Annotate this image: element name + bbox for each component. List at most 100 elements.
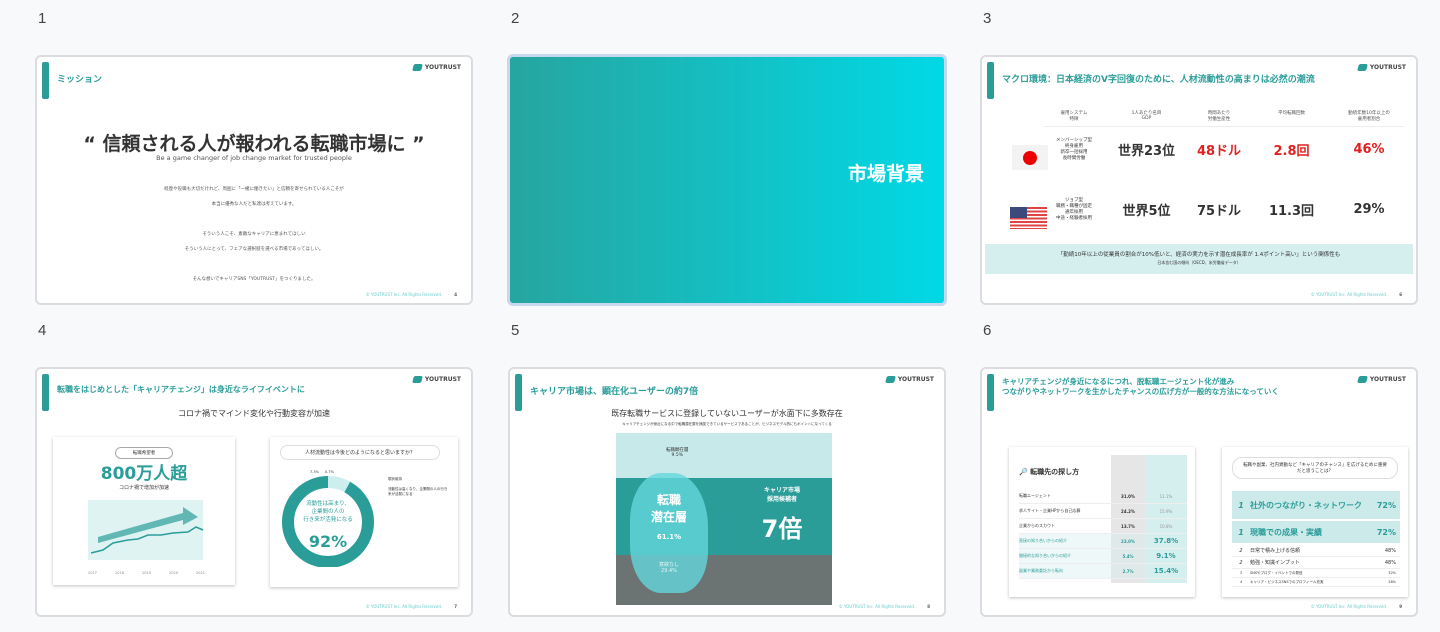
youtrust-logo-icon — [884, 376, 896, 383]
slide-number: 1 — [38, 10, 47, 27]
body-line: 経歴や役職も大切だけれど、周囲に「一緒に働きたい」と信頼を寄せられている人こそが — [164, 187, 344, 192]
right-label: キャリア市場 採用候補者 — [763, 487, 800, 503]
slide-title: 転職をはじめとした「キャリアチェンジ」は身近なライフイベントに — [57, 385, 305, 394]
ranking-label: 勉強・知識インプット — [1250, 560, 1300, 566]
after-value: 15.4% — [1153, 567, 1179, 575]
table-row: 企業からのスカウト 13.7% 10.8% — [1019, 519, 1187, 534]
logo: YOUTRUST — [411, 376, 461, 383]
copyright: © YOUTRUST Inc. All Rights Reserved. — [365, 604, 443, 609]
job-seeker-card: 転職希望者 800万人超 コロナ禍で增加が加速 2017 2018 2019 2020… — [53, 437, 235, 585]
slide-thumbnail-6[interactable]: キャリアチェンジが身近になるにつれ、脱転職エージェント化が進み つながりやネット… — [980, 367, 1418, 617]
column-header: 1人あたり名目 GDP — [1131, 111, 1162, 121]
ranking-row: 1 現職での成果・実績 72% — [1232, 521, 1400, 543]
rank: 2 — [1239, 547, 1243, 554]
slice-label: 7.3% — [310, 470, 319, 474]
rank: 3 — [1239, 571, 1243, 575]
banner: 「勤続10年以上の従業員の割合が10%低いと、経済の実力を示す潜在成長率が 1.… — [985, 244, 1413, 274]
after-value: 11.1% — [1159, 493, 1173, 499]
copyright: © YOUTRUST Inc. All Rights Reserved. — [365, 292, 443, 297]
big-number: 800万人超 — [100, 464, 188, 484]
ranking-row: 4 キャリア・ビジネスSNSでのプロフィール充実 28% — [1232, 578, 1400, 587]
badge: 転職希望者 — [115, 447, 173, 459]
question: 転職や副業、社内異動など「キャリアのチャンス」を広げるために重要だと思うことは？ — [1232, 457, 1398, 479]
ranking-label: 社外のつながり・ネットワーク — [1250, 500, 1362, 510]
tick-label: 2021 — [196, 571, 205, 575]
slice-label: 0.7% — [325, 470, 334, 474]
slide-number: 3 — [983, 10, 992, 27]
column-header: 平均転職回数 — [1278, 111, 1305, 116]
ranking-value: 32% — [1388, 571, 1396, 575]
page-number: 8 — [927, 604, 930, 609]
column-header: 時間あたり 労働生産性 — [1207, 111, 1231, 122]
title-bar — [987, 62, 994, 99]
survey-card: 人材流動性は今後どのようになると思いますか？ 流動性は高まり、 企業間の人の 行… — [270, 437, 458, 587]
cell: 75ドル — [1196, 203, 1242, 219]
after-value: 10.8% — [1159, 523, 1173, 529]
title-bar — [515, 374, 522, 411]
table-row: 求人サイト・企業HPから自己応募 24.2% 15.9% — [1019, 504, 1187, 519]
ranking-value: 72% — [1376, 500, 1396, 510]
ranking-row: 2 日常で積み上げる信頼 48% — [1232, 545, 1400, 557]
table-row: ジョブ型 職務・職種が固定 通年採用 中途・経験者採用 世界5位 75ドル 11… — [1044, 197, 1404, 221]
banner-text: 「勤続10年以上の従業員の割合が10%低いと、経済の実力を示す潜在成長率が 1.… — [1057, 252, 1341, 258]
ranking-card: 転職や副業、社内異動など「キャリアのチャンス」を広げるために重要だと思うことは？… — [1222, 447, 1408, 597]
cell: 48ドル — [1196, 143, 1242, 159]
slide-thumbnail-1[interactable]: ミッション YOUTRUST “ 信頼される人が報われる転職市場に ” Be a… — [35, 55, 473, 305]
legend-item: 流動性は高くなり、企業間の人の行き来が活発になる — [388, 487, 448, 496]
method-label: 間接的な知り合いからの紹介 — [1019, 553, 1071, 558]
logo-text: YOUTRUST — [424, 64, 461, 71]
trend-chart — [88, 500, 204, 560]
subtitle: Be a game changer of job change market f… — [156, 154, 352, 162]
logo: YOUTRUST — [1356, 64, 1406, 71]
method-label: 企業からのスカウト — [1019, 523, 1055, 528]
youtrust-logo-icon — [411, 376, 423, 383]
slide-thumbnail-4[interactable]: 転職をはじめとした「キャリアチェンジ」は身近なライフイベントに YOUTRUST… — [35, 367, 473, 617]
rank: 1 — [1238, 527, 1244, 537]
value: 9.5% — [671, 453, 683, 458]
ranking-row: 2 勉強・知識インプット 48% — [1232, 557, 1400, 569]
cell: 世界23位 — [1117, 143, 1176, 159]
youtrust-logo-icon — [1356, 376, 1368, 383]
cell: 2.8回 — [1273, 143, 1310, 159]
usa-flag-icon — [1010, 207, 1047, 229]
table-row: メンバーシップ型 終身雇用 新卒一括採用 長時間労働 世界23位 48ドル 2.… — [1044, 137, 1404, 161]
youtrust-logo-icon — [1356, 64, 1368, 71]
page-number: 7 — [454, 604, 457, 609]
bottom-layer: 意欲なし 29.4% — [636, 561, 702, 574]
search-icon: 🔎 — [1019, 468, 1028, 476]
slide-title: マクロ環境：日本経済のV字回復のために、人材流動性の高まりは必然の潮流 — [1002, 75, 1315, 85]
cell: ジョブ型 職務・職種が固定 通年採用 中途・経験者採用 — [1056, 198, 1092, 221]
column-header: 勤続年数10年以上の 雇用者割合 — [1348, 111, 1390, 122]
slide-title: ミッション — [57, 75, 103, 85]
before-value: 24.2% — [1121, 508, 1135, 514]
column-header: 雇用システム 特徴 — [1060, 111, 1088, 122]
method-label: 求人サイト・企業HPから自己応募 — [1019, 508, 1081, 513]
title-bar — [42, 374, 49, 411]
slide-thumbnail-3[interactable]: マクロ環境：日本経済のV字回復のために、人材流動性の高まりは必然の潮流 YOUT… — [980, 55, 1418, 305]
banner-sub: 日本含む国の傾向（OECD、米労働省データ） — [1157, 260, 1241, 265]
slide-thumbnail-2-selected[interactable]: 市場背景 — [507, 54, 947, 306]
slide-thumbnail-5[interactable]: キャリア市場は、顕在化ユーザーの約7倍 YOUTRUST 既存転職サービスに登録… — [508, 367, 946, 617]
logo-text: YOUTRUST — [1369, 376, 1406, 383]
ranking-label: キャリア・ビジネスSNSでのプロフィール充実 — [1250, 579, 1324, 584]
subheading: キャリアチェンジが身近になる中で転職潜在層を捕捉できているサービスであることが、… — [622, 422, 832, 426]
question: 人材流動性は今後どのようになると思いますか？ — [280, 445, 440, 460]
heading: コロナ禍でマインド変化や行動変容が加速 — [178, 409, 330, 418]
search-method-card: 🔎 転職先の探し方 転職エージェント 31.0% 11.1% 求人サイト・企業HPから… — [1009, 447, 1195, 597]
tick-label: 2019 — [142, 571, 151, 575]
method-label: 転職エージェント — [1019, 493, 1051, 498]
slide-number: 6 — [983, 322, 992, 339]
logo: YOUTRUST — [411, 64, 461, 71]
ranking-value: 72% — [1376, 527, 1396, 537]
page-number: 6 — [1399, 292, 1402, 297]
logo-text: YOUTRUST — [897, 376, 934, 383]
ranking-value: 48% — [1384, 547, 1396, 554]
top-layer: 転職顕在層 9.5% — [666, 447, 689, 458]
body-line: 本当に優秀な人だと私達は考えています。 — [211, 202, 297, 207]
ranking-label: SNSやブログ・イベントでの発信 — [1250, 570, 1303, 575]
cell: 29% — [1353, 201, 1385, 217]
body-line: そんな想いでキャリアSNS「YOUTRUST」をつくりました。 — [192, 277, 316, 282]
table-row: 転職エージェント 31.0% 11.1% — [1019, 489, 1187, 504]
table-title: 🔎 転職先の探し方 — [1019, 467, 1079, 477]
title-bar — [42, 62, 49, 99]
